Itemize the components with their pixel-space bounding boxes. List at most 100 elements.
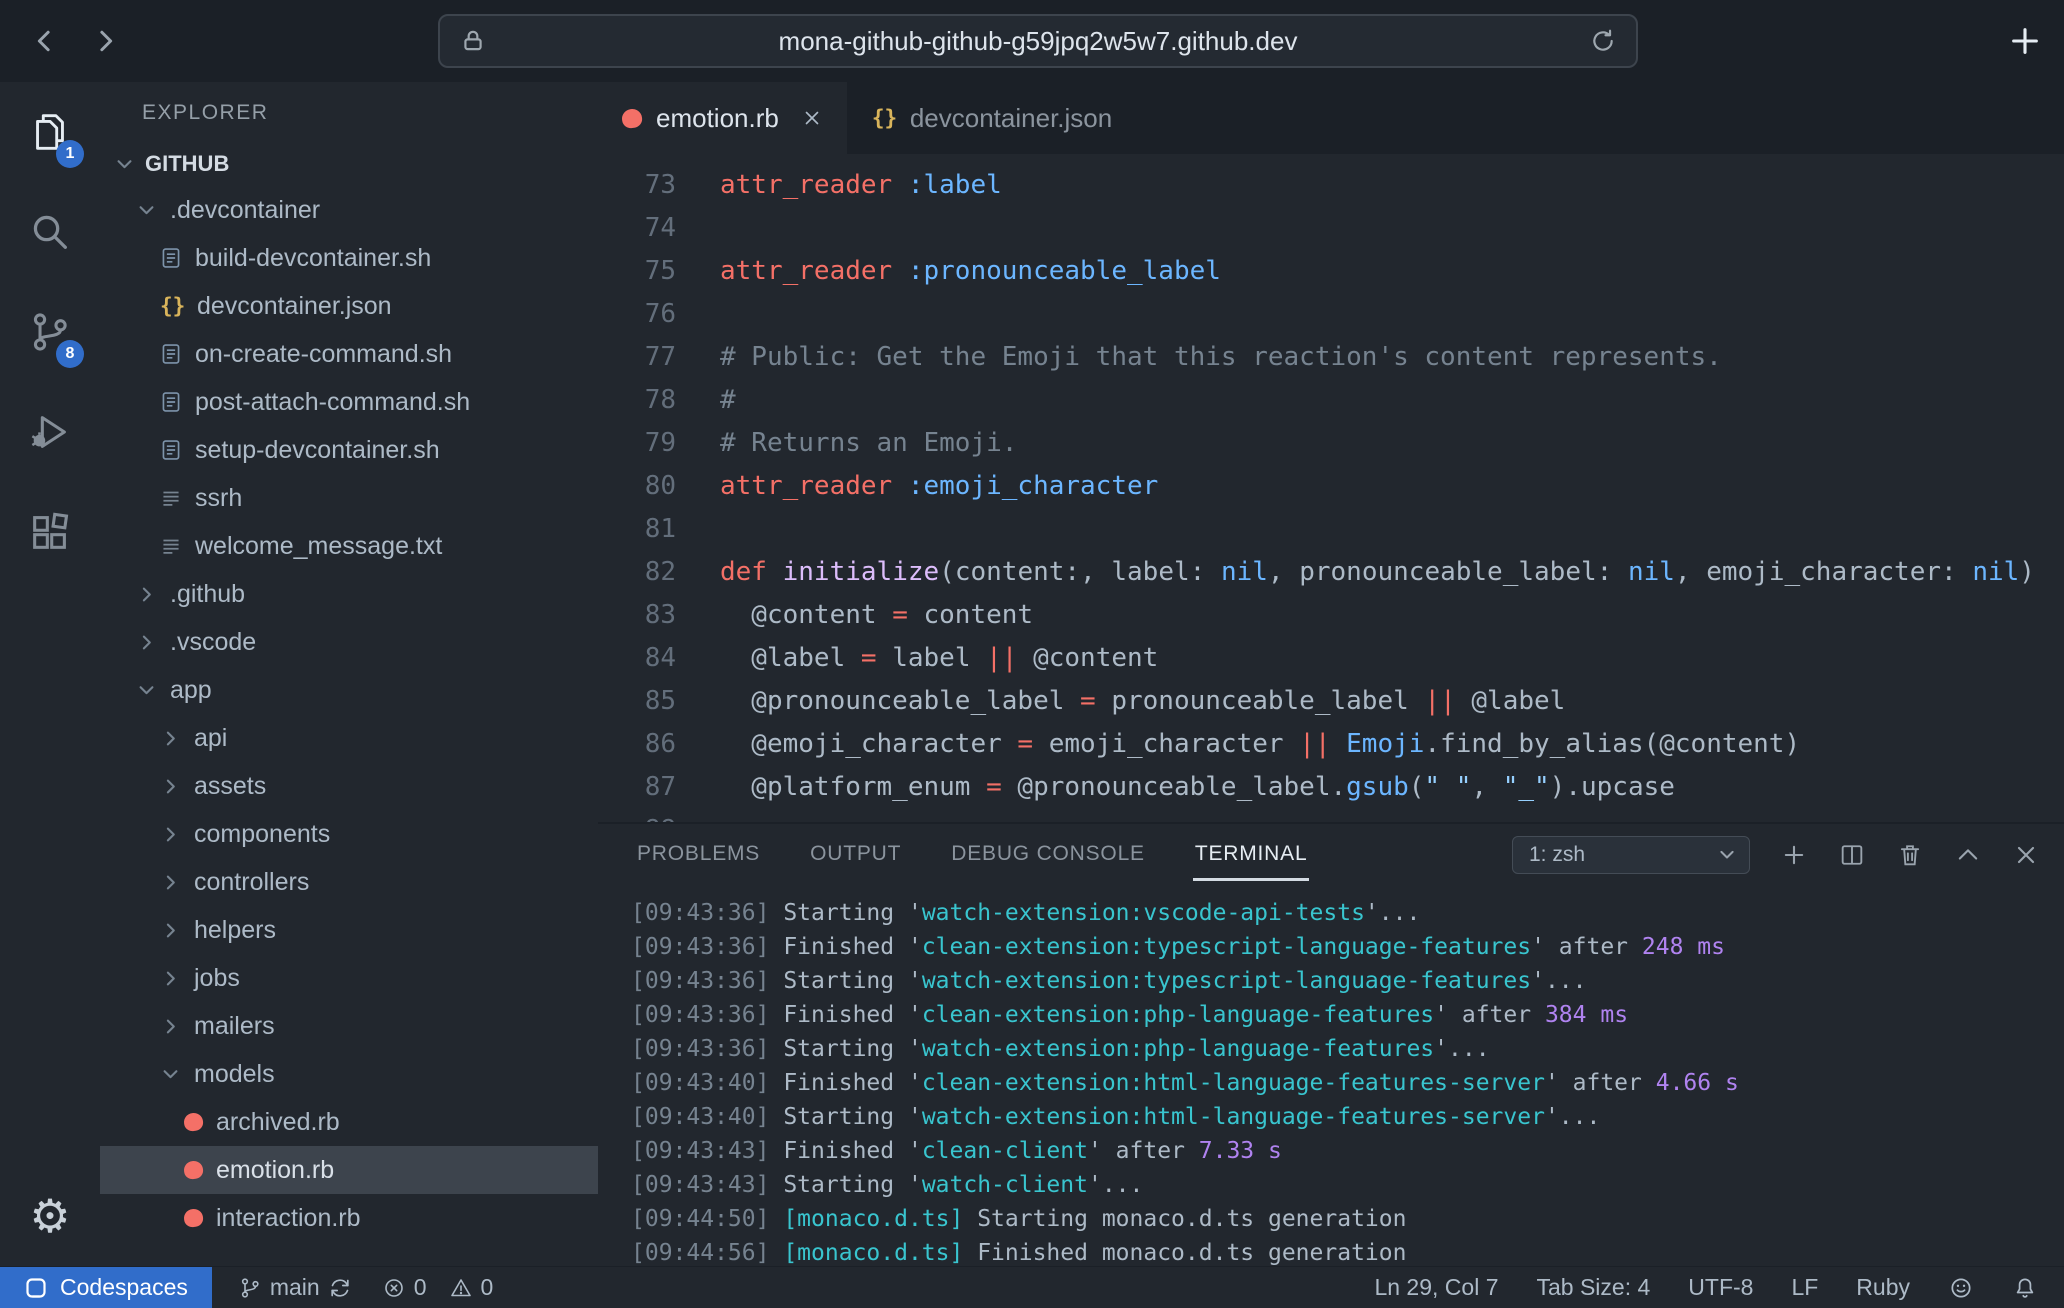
code-line[interactable]: 76 (598, 293, 2064, 336)
code-line[interactable]: 83 @content = content (598, 594, 2064, 637)
tree-item-ssrh[interactable]: ssrh (100, 474, 598, 522)
code-line[interactable]: 87 @platform_enum = @pronounceable_label… (598, 766, 2064, 809)
line-number: 81 (610, 508, 676, 551)
notifications-bell-icon[interactable] (2012, 1275, 2038, 1301)
code-line[interactable]: 80attr_reader :emoji_character (598, 465, 2064, 508)
code-line[interactable]: 86 @emoji_character = emoji_character ||… (598, 723, 2064, 766)
tree-item--github[interactable]: .github (100, 570, 598, 618)
line-number: 88 (610, 809, 676, 822)
tab-emotion-rb[interactable]: emotion.rb (598, 82, 848, 154)
tree-item-archived-rb[interactable]: archived.rb (100, 1098, 598, 1146)
tree-item-mailers[interactable]: mailers (100, 1002, 598, 1050)
shell-file-icon (160, 391, 182, 413)
close-icon[interactable] (801, 107, 823, 129)
close-panel-icon[interactable] (2012, 841, 2040, 869)
code-line[interactable]: 79# Returns an Emoji. (598, 422, 2064, 465)
line-number: 74 (610, 207, 676, 250)
tree-item-post-attach-command-sh[interactable]: post-attach-command.sh (100, 378, 598, 426)
tree-item-app[interactable]: app (100, 666, 598, 714)
line-number: 73 (610, 164, 676, 207)
tree-item-interaction-rb[interactable]: interaction.rb (100, 1194, 598, 1242)
tree-item-build-devcontainer-sh[interactable]: build-devcontainer.sh (100, 234, 598, 282)
tree-item-models[interactable]: models (100, 1050, 598, 1098)
tree-item--vscode[interactable]: .vscode (100, 618, 598, 666)
tree-item-on-create-command-sh[interactable]: on-create-command.sh (100, 330, 598, 378)
cursor-position[interactable]: Ln 29, Col 7 (1374, 1274, 1498, 1301)
tree-item-label: controllers (194, 868, 309, 897)
tree-item-label: welcome_message.txt (195, 532, 442, 561)
tree-item-api[interactable]: api (100, 714, 598, 762)
terminal-line: [09:43:43] Finished 'clean-client' after… (631, 1134, 2064, 1168)
encoding[interactable]: UTF-8 (1688, 1274, 1753, 1301)
terminal-line: [09:43:40] Starting 'watch-extension:htm… (631, 1100, 2064, 1134)
tree-item-controllers[interactable]: controllers (100, 858, 598, 906)
panel-tab-problems[interactable]: PROBLEMS (635, 830, 762, 881)
explorer-badge: 1 (56, 140, 84, 168)
panel-tab-output[interactable]: OUTPUT (808, 830, 903, 881)
code-line[interactable]: 74 (598, 207, 2064, 250)
tree-item--devcontainer[interactable]: .devcontainer (100, 186, 598, 234)
terminal-line: [09:43:36] Starting 'watch-extension:typ… (631, 964, 2064, 998)
back-icon[interactable] (30, 26, 60, 56)
terminal-shell-select[interactable]: 1: zsh (1512, 836, 1750, 874)
activity-source-control[interactable]: 8 (0, 282, 100, 382)
activity-extensions[interactable] (0, 482, 100, 582)
line-number: 80 (610, 465, 676, 508)
maximize-panel-icon[interactable] (1954, 841, 1982, 869)
code-line[interactable]: 75attr_reader :pronounceable_label (598, 250, 2064, 293)
indentation[interactable]: Tab Size: 4 (1536, 1274, 1650, 1301)
code-line[interactable]: 84 @label = label || @content (598, 637, 2064, 680)
tree-item-setup-devcontainer-sh[interactable]: setup-devcontainer.sh (100, 426, 598, 474)
problems-indicator[interactable]: 0 0 (382, 1274, 494, 1301)
tree-item-devcontainer-json[interactable]: {}devcontainer.json (100, 282, 598, 330)
activity-run-debug[interactable] (0, 382, 100, 482)
status-left: main 0 0 (238, 1274, 493, 1301)
terminal-line: [09:43:43] Starting 'watch-client'... (631, 1168, 2064, 1202)
tree-item-jobs[interactable]: jobs (100, 954, 598, 1002)
line-number: 84 (610, 637, 676, 680)
kill-terminal-icon[interactable] (1896, 841, 1924, 869)
tree-item-label: .vscode (170, 628, 256, 657)
code-line[interactable]: 78# (598, 379, 2064, 422)
language-mode[interactable]: Ruby (1856, 1274, 1910, 1301)
code-line[interactable]: 73attr_reader :label (598, 164, 2064, 207)
chevron-right-icon (160, 776, 181, 797)
tree-item-label: models (194, 1060, 275, 1089)
activity-search[interactable] (0, 182, 100, 282)
activity-explorer[interactable]: 1 (0, 82, 100, 182)
url-bar[interactable]: mona-github-github-g59jpq2w5w7.github.de… (438, 14, 1638, 68)
chevron-down-icon (136, 200, 157, 221)
tab-devcontainer-json[interactable]: {} devcontainer.json (848, 82, 1137, 154)
branch-indicator[interactable]: main (238, 1274, 352, 1301)
activity-settings[interactable]: ⚙ (0, 1166, 100, 1266)
tree-item-welcome-message-txt[interactable]: welcome_message.txt (100, 522, 598, 570)
tree-root-github[interactable]: GITHUB (100, 142, 598, 186)
chevron-right-icon (136, 632, 157, 653)
tree-item-emotion-rb[interactable]: emotion.rb (100, 1146, 598, 1194)
tree-item-assets[interactable]: assets (100, 762, 598, 810)
refresh-icon[interactable] (1590, 28, 1616, 54)
codespaces-remote-button[interactable]: Codespaces (0, 1267, 212, 1308)
feedback-smiley-icon[interactable] (1948, 1275, 1974, 1301)
tree-item-label: components (194, 820, 330, 849)
code-line[interactable]: 85 @pronounceable_label = pronounceable_… (598, 680, 2064, 723)
branch-name: main (270, 1274, 320, 1301)
eol-sequence[interactable]: LF (1791, 1274, 1818, 1301)
new-terminal-icon[interactable] (1780, 841, 1808, 869)
panel-tabs: PROBLEMS OUTPUT DEBUG CONSOLE TERMINAL (635, 830, 1309, 881)
panel-tab-terminal[interactable]: TERMINAL (1193, 830, 1310, 881)
code-line[interactable]: 77# Public: Get the Emoji that this reac… (598, 336, 2064, 379)
code-line[interactable]: 81 (598, 508, 2064, 551)
code-editor[interactable]: 73attr_reader :label7475attr_reader :pro… (598, 154, 2064, 822)
terminal-output[interactable]: [09:43:36] Starting 'watch-extension:vsc… (598, 886, 2064, 1266)
panel-tab-debug-console[interactable]: DEBUG CONSOLE (949, 830, 1147, 881)
split-terminal-icon[interactable] (1838, 841, 1866, 869)
forward-icon[interactable] (90, 26, 120, 56)
code-line[interactable]: 88 (598, 809, 2064, 822)
activity-bar: 1 8 ⚙ (0, 82, 100, 1266)
chevron-right-icon (160, 968, 181, 989)
new-tab-icon[interactable] (2008, 24, 2042, 58)
tree-item-helpers[interactable]: helpers (100, 906, 598, 954)
tree-item-components[interactable]: components (100, 810, 598, 858)
code-line[interactable]: 82def initialize(content:, label: nil, p… (598, 551, 2064, 594)
